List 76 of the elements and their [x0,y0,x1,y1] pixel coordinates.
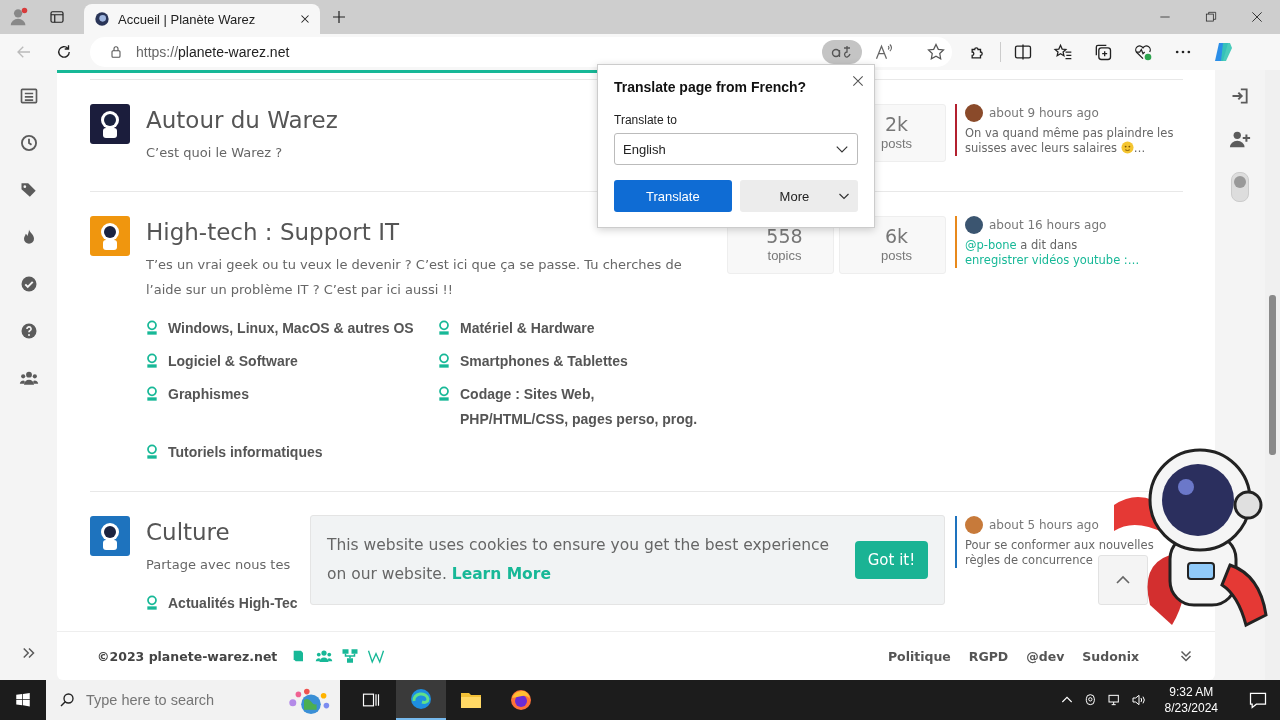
login-icon[interactable] [1230,86,1250,106]
close-icon[interactable] [1250,10,1264,24]
footer-link[interactable]: Politique [887,648,951,664]
avatar-icon [965,104,983,122]
footer-link[interactable]: Sudonix [1082,648,1139,664]
forum-title[interactable]: Culture [146,516,230,548]
tab-actions-icon[interactable] [48,8,66,26]
notification-icon[interactable] [1248,690,1268,710]
subforum-link[interactable]: Matériel & Hardware [460,316,595,341]
avatar-icon [965,516,983,534]
award-icon [144,386,160,402]
subforum-link[interactable]: Graphismes [168,382,249,407]
restore-icon[interactable] [1204,10,1218,24]
post-time: about 16 hours ago [989,218,1107,232]
forum-description: T’es un vrai geek ou tu veux le devenir ? C’est ici que ça se passe. Tu cherches de l’aide sur un problème IT ? C’est par ici aussi !! [146,256,683,299]
award-icon [144,595,160,611]
lock-icon [108,44,124,60]
award-icon [144,320,160,336]
stat-box: 6k posts [839,216,946,274]
taskbar-search-field[interactable]: Type here to search [46,680,340,720]
popup-title: Translate page from French? [614,79,808,95]
plus-icon[interactable] [330,8,348,26]
translate-button[interactable]: Translate [614,180,732,212]
post-excerpt: @p-bone a dit dans enregistrer vidéos youtube :… [965,238,1141,268]
avatar-icon [965,216,983,234]
subforum-link[interactable]: Windows, Linux, MacOS & autres OS [168,316,414,341]
volume-icon[interactable] [1130,692,1147,708]
footer-link[interactable]: @dev [1026,648,1065,664]
firefox-icon[interactable] [509,688,533,712]
subforum-link[interactable]: Logiciel & Software [168,349,298,374]
cookie-message: This website uses cookies to ensure you get the best experience on our website. Learn More [327,535,831,585]
read-aloud-icon[interactable] [874,42,894,62]
award-icon [436,386,452,402]
subforum-link[interactable]: Codage : Sites Web, PHP/HTML/CSS, pages perso, prog. [460,382,698,432]
favorites-icon[interactable] [1053,42,1073,62]
profile-icon[interactable] [8,6,30,28]
field-label: Translate to [614,113,678,127]
close-icon[interactable] [850,73,866,89]
forum-description: C’est quoi le Warez ? [146,144,283,162]
toggle-switch[interactable] [1231,172,1249,202]
collections-icon[interactable] [1093,42,1113,62]
award-icon [436,353,452,369]
star-icon[interactable] [926,42,946,62]
clock-icon[interactable] [18,133,39,153]
subforum-link[interactable]: Actualités High-Tec [168,591,298,616]
forum-description: Partage avec nous tes [146,556,291,574]
award-icon [144,353,160,369]
footer-link[interactable]: RGPD [968,648,1009,664]
windows-icon[interactable] [14,691,32,709]
more-button[interactable]: More [739,180,858,212]
clock[interactable]: 9:32 AM 8/23/2024 [1164,684,1218,716]
post-time: about 9 hours ago [989,106,1099,120]
award-icon [144,444,160,460]
translate-icon[interactable] [822,40,862,64]
list-icon[interactable] [18,86,39,106]
browser-tab[interactable]: Accueil | Planète Warez [84,4,320,34]
emoji-icon [1120,141,1134,154]
search-icon [58,691,76,709]
post-excerpt: On va quand même pas plaindre les suisses avec leurs salaires … [965,126,1175,156]
globe-icon [94,11,110,27]
language-dropdown[interactable]: English [614,133,858,165]
post-time: about 5 hours ago [989,518,1099,532]
subforum-link[interactable]: Tutoriels informatiques [168,440,323,465]
search-input[interactable]: Type here to search [86,692,273,708]
scrollbar-thumb[interactable] [1269,295,1276,455]
award-icon [436,320,452,336]
copyright-text: ©2023 planete-warez.net [97,648,278,664]
split-screen-icon[interactable] [1013,42,1033,62]
forum-title[interactable]: Autour du Warez [146,104,338,136]
post-excerpt: Pour se conformer aux nouvelles règles de concurrence [965,538,1155,568]
health-icon[interactable] [1133,42,1153,62]
subforum-link[interactable]: Smartphones & Tablettes [460,349,628,374]
forum-title[interactable]: High-tech : Support IT [146,216,399,248]
refresh-icon[interactable] [55,43,73,61]
address-bar[interactable]: https://planete-warez.net [90,37,952,67]
browser-icon[interactable] [409,687,433,711]
